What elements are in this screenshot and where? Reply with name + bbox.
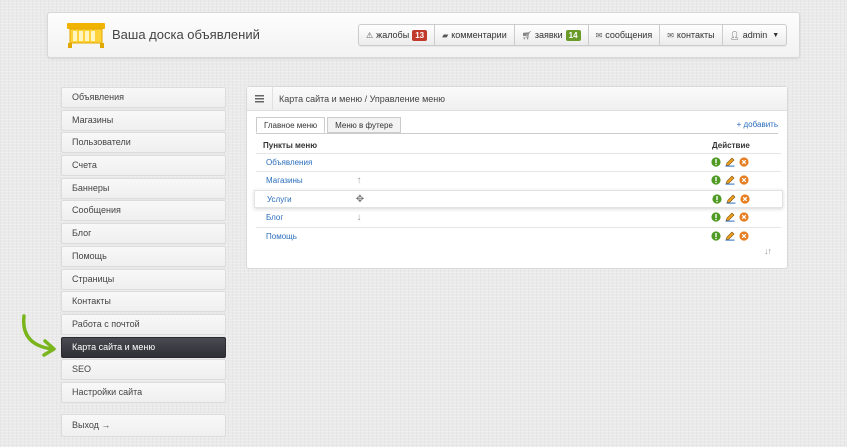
comment-icon: ▰: [442, 30, 449, 40]
pointer-arrow-icon: [21, 314, 56, 357]
edit-icon[interactable]: [725, 212, 735, 222]
delete-icon[interactable]: [739, 175, 749, 185]
sidebar-item-sitemap[interactable]: Карта сайта и меню: [61, 336, 226, 358]
sidebar-item-banners[interactable]: Баннеры: [61, 177, 226, 199]
sidebar-item-mail[interactable]: Работа с почтой: [61, 313, 226, 335]
row-actions: [711, 230, 749, 241]
sidebar-item-help[interactable]: Помощь: [61, 245, 226, 267]
edit-icon[interactable]: [725, 157, 735, 167]
sidebar-item-contacts[interactable]: Контакты: [61, 291, 226, 313]
warning-icon: ⚠: [366, 30, 374, 40]
menu-items-list: Объявления Магазины ↑ Услуги ✥ Блог ↓ По…: [254, 153, 783, 245]
sidebar-item-settings[interactable]: Настройки сайта: [61, 381, 226, 403]
edit-icon[interactable]: [725, 231, 735, 241]
enable-icon[interactable]: [711, 230, 721, 241]
top-nav: ⚠ жалобы 13 ▰ комментарии 🛒︎ заявки 14 ✉…: [358, 24, 788, 46]
caret-down-icon: ▼: [772, 31, 780, 39]
list-item[interactable]: Объявления: [256, 153, 781, 171]
enable-icon[interactable]: [711, 212, 721, 222]
sidebar-item-users[interactable]: Пользователи: [61, 132, 226, 154]
complaints-button[interactable]: ⚠ жалобы 13: [359, 25, 436, 45]
menu-item-link[interactable]: Объявления: [266, 158, 312, 167]
logo-icon[interactable]: [66, 21, 106, 49]
row-actions: [711, 157, 749, 167]
menu-item-link[interactable]: Магазины: [266, 176, 303, 185]
hamburger-icon: [255, 94, 264, 102]
list-item[interactable]: Блог ↓: [256, 208, 781, 226]
move-icon[interactable]: ✥: [354, 194, 366, 206]
row-actions: [712, 194, 750, 204]
enable-icon[interactable]: [711, 175, 721, 185]
enable-icon[interactable]: [711, 157, 721, 167]
delete-icon[interactable]: [739, 230, 749, 241]
enable-icon[interactable]: [712, 194, 722, 204]
sidebar-item-invoices[interactable]: Счета: [61, 155, 226, 177]
edit-icon[interactable]: [725, 175, 735, 185]
contacts-button[interactable]: ✉ контакты: [660, 25, 723, 45]
menu-item-link[interactable]: Блог: [266, 213, 283, 222]
move-up-icon: ↑: [356, 175, 362, 187]
row-actions: [711, 212, 749, 222]
sidebar-item-seo[interactable]: SEO: [61, 359, 226, 381]
requests-badge: 14: [565, 29, 581, 41]
menu-toggle-button[interactable]: [247, 86, 273, 111]
column-header-actions: Действие: [712, 141, 750, 150]
list-item-dragging[interactable]: Услуги ✥: [254, 189, 783, 209]
top-header: Ваша доска объявлений ⚠ жалобы 13 ▰ комм…: [47, 12, 800, 58]
list-item[interactable]: Магазины ↑: [256, 171, 781, 189]
tabs-divider: [256, 133, 778, 134]
menu-panel: Карта сайта и меню / Управление меню Гла…: [246, 86, 788, 269]
user-icon: 👤︎: [729, 30, 740, 40]
sidebar-item-pages[interactable]: Страницы: [61, 268, 226, 290]
logout-button[interactable]: Выход →: [61, 414, 226, 437]
sidebar-item-blog[interactable]: Блог: [61, 223, 226, 245]
menu-tabs: Главное меню Меню в футере: [256, 117, 403, 133]
comments-button[interactable]: ▰ комментарии: [435, 25, 515, 45]
move-down-icon: ↓: [356, 212, 362, 224]
messages-button[interactable]: ✉ сообщения: [589, 25, 661, 45]
admin-label: admin: [742, 30, 768, 40]
sidebar: Объявления Магазины Пользователи Счета Б…: [61, 87, 226, 405]
sidebar-item-shops[interactable]: Магазины: [61, 109, 226, 131]
row-actions: [711, 175, 749, 185]
delete-icon[interactable]: [739, 212, 749, 222]
delete-icon[interactable]: [739, 157, 749, 167]
complaints-badge: 13: [412, 29, 428, 41]
requests-label: заявки: [534, 30, 563, 40]
envelope-icon: ✉: [667, 30, 674, 40]
messages-label: сообщения: [605, 30, 653, 40]
envelope-icon: ✉: [595, 30, 603, 40]
menu-item-link[interactable]: Услуги: [267, 195, 292, 204]
sidebar-item-ads[interactable]: Объявления: [61, 87, 226, 108]
sort-toggle-icon[interactable]: ↓↑: [764, 246, 772, 256]
tab-main-menu[interactable]: Главное меню: [256, 117, 326, 133]
admin-dropdown[interactable]: 👤︎ admin ▼: [723, 25, 787, 45]
breadcrumb: Карта сайта и меню / Управление меню: [279, 93, 446, 104]
column-header-items: Пункты меню: [263, 141, 318, 150]
edit-icon[interactable]: [726, 194, 736, 204]
add-item-link[interactable]: + добавить: [737, 120, 778, 129]
cart-icon: 🛒︎: [521, 30, 532, 40]
panel-header: Карта сайта и меню / Управление меню: [247, 86, 787, 111]
tab-footer-menu[interactable]: Меню в футере: [327, 117, 401, 133]
site-title[interactable]: Ваша доска объявлений: [112, 27, 260, 42]
sidebar-item-messages[interactable]: Сообщения: [61, 200, 226, 222]
delete-icon[interactable]: [740, 194, 750, 204]
contacts-label: контакты: [676, 30, 715, 40]
requests-button[interactable]: 🛒︎ заявки 14: [515, 25, 589, 45]
list-item[interactable]: Помощь: [256, 226, 781, 245]
menu-item-link[interactable]: Помощь: [266, 232, 297, 241]
complaints-label: жалобы: [376, 30, 410, 40]
comments-label: комментарии: [451, 30, 507, 40]
